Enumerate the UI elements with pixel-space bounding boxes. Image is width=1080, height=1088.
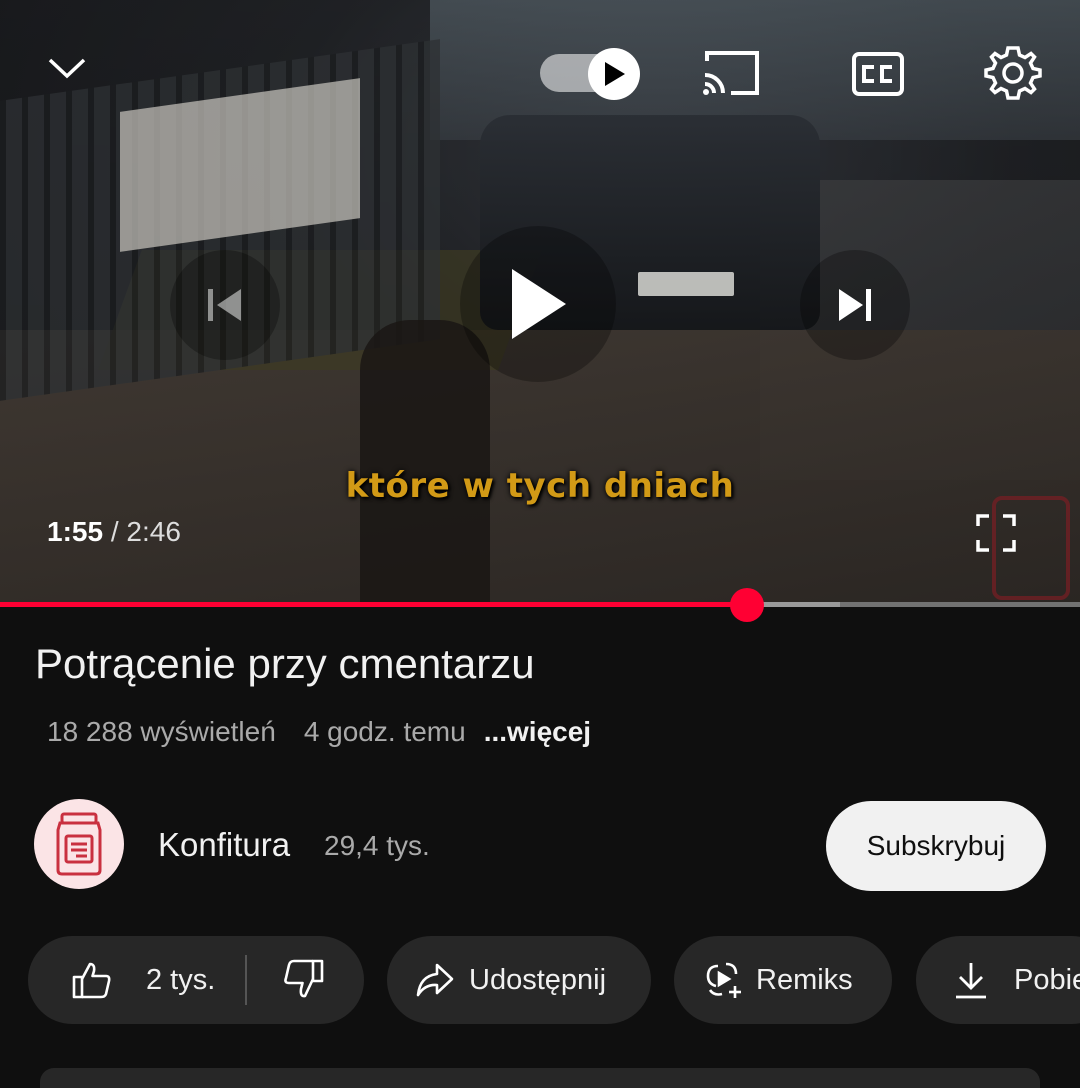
play-pause-button[interactable] bbox=[460, 226, 616, 382]
next-icon bbox=[839, 289, 871, 321]
captions-button[interactable] bbox=[850, 48, 906, 100]
video-title: Potrącenie przy cmentarzu bbox=[35, 640, 535, 687]
gear-icon bbox=[984, 46, 1042, 100]
time-separator: / bbox=[110, 516, 119, 547]
jar-icon bbox=[56, 812, 102, 876]
autoplay-knob bbox=[588, 48, 640, 100]
channel-name[interactable]: Konfitura bbox=[158, 826, 290, 864]
cast-icon bbox=[703, 51, 759, 95]
fullscreen-button[interactable] bbox=[972, 510, 1020, 556]
view-count: 18 288 wyświetleń bbox=[47, 716, 276, 747]
upload-age: 4 godz. temu bbox=[303, 716, 466, 747]
subscriber-count: 29,4 tys. bbox=[324, 830, 430, 861]
previous-video-button[interactable] bbox=[170, 250, 280, 360]
thumbs-down-icon bbox=[284, 959, 324, 998]
subscribe-button[interactable]: Subskrybuj bbox=[826, 801, 1046, 891]
remix-label: Remiks bbox=[756, 963, 853, 996]
like-button[interactable]: 2 tys. bbox=[28, 936, 215, 1024]
chevron-down-icon bbox=[48, 58, 86, 79]
fullscreen-icon bbox=[976, 514, 1016, 552]
duration: 2:46 bbox=[126, 516, 181, 547]
closed-captions-icon bbox=[852, 52, 904, 96]
minimize-player-button[interactable] bbox=[40, 46, 94, 90]
current-time: 1:55 bbox=[47, 516, 104, 547]
remix-button[interactable]: Remiks bbox=[674, 936, 892, 1024]
play-icon bbox=[512, 269, 566, 339]
download-icon bbox=[956, 963, 986, 999]
video-frame-shadow bbox=[360, 320, 490, 604]
play-icon bbox=[605, 62, 625, 86]
autoplay-toggle[interactable] bbox=[540, 48, 640, 100]
video-frame-license-plate bbox=[638, 272, 734, 296]
video-player[interactable]: które w tych dniach 1:55 / 2:46 bbox=[0, 0, 1080, 604]
more-link[interactable]: ...więcej bbox=[484, 716, 591, 748]
video-metadata[interactable]: 18 288 wyświetleń 4 godz. temu ...więcej bbox=[47, 716, 591, 748]
channel-avatar[interactable] bbox=[34, 799, 124, 889]
download-button[interactable]: Pobierz bbox=[916, 936, 1080, 1024]
share-icon bbox=[416, 963, 454, 997]
share-button[interactable]: Udostępnij bbox=[387, 936, 651, 1024]
played-progress bbox=[0, 602, 748, 607]
settings-button[interactable] bbox=[982, 42, 1044, 104]
previous-icon bbox=[208, 289, 241, 321]
thumbs-up-icon bbox=[72, 962, 111, 999]
download-label: Pobierz bbox=[1014, 963, 1080, 996]
seek-bar-thumb[interactable] bbox=[730, 588, 765, 622]
next-video-button[interactable] bbox=[800, 250, 910, 360]
video-subtitle: które w tych dniach bbox=[345, 466, 735, 506]
dislike-button[interactable] bbox=[247, 936, 325, 1024]
cast-button[interactable] bbox=[700, 46, 762, 100]
remix-icon bbox=[706, 962, 741, 998]
comments-panel-peek[interactable] bbox=[40, 1068, 1040, 1088]
like-dislike-group: 2 tys. bbox=[28, 936, 364, 1024]
seek-bar[interactable] bbox=[0, 602, 1080, 607]
like-count: 2 tys. bbox=[146, 963, 216, 996]
time-display: 1:55 / 2:46 bbox=[47, 516, 181, 548]
share-label: Udostępnij bbox=[469, 963, 607, 996]
